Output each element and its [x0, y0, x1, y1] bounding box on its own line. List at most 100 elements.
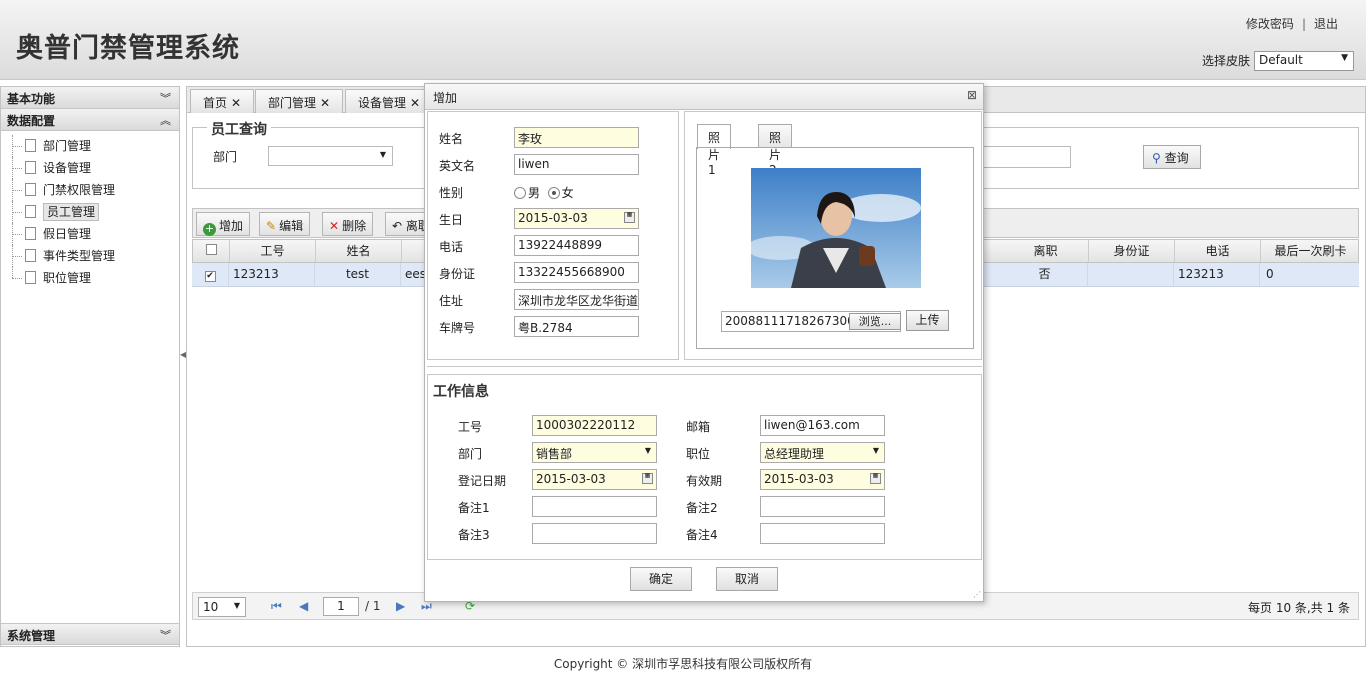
- col-phone[interactable]: 电话: [1175, 240, 1261, 262]
- phone-label: 电话: [439, 240, 464, 254]
- dept-select[interactable]: ▼: [268, 146, 393, 166]
- resize-grip-icon[interactable]: ⋰: [973, 590, 981, 599]
- en-name-field[interactable]: liwen: [514, 154, 639, 175]
- gender-radios: 男 女: [514, 184, 574, 201]
- employee-photo: [751, 168, 921, 288]
- note1-label: 备注1: [458, 501, 490, 515]
- note2-field[interactable]: [760, 496, 885, 517]
- expand-icon[interactable]: ︾: [160, 90, 171, 106]
- idcard-field[interactable]: 13322455668900: [514, 262, 639, 283]
- note4-label: 备注4: [686, 528, 718, 542]
- app-header: 奥普门禁管理系统 修改密码 | 退出 选择皮肤 Default ▼: [0, 0, 1366, 80]
- calendar-icon[interactable]: ▦: [642, 473, 653, 484]
- calendar-icon[interactable]: ▦: [870, 473, 881, 484]
- accordion-basic[interactable]: 基本功能 ︾: [1, 87, 179, 109]
- upload-button[interactable]: 上传: [906, 310, 949, 331]
- change-password-link[interactable]: 修改密码: [1246, 17, 1294, 31]
- note3-field[interactable]: [532, 523, 657, 544]
- first-page-icon[interactable]: ⏮: [271, 599, 282, 614]
- cancel-button[interactable]: 取消: [716, 567, 778, 591]
- app-title: 奥普门禁管理系统: [16, 33, 240, 64]
- search-icon: ⚲: [1152, 151, 1161, 165]
- valid-date-field[interactable]: 2015-03-03 ▦: [760, 469, 885, 490]
- delete-button[interactable]: ✕ 删除: [322, 212, 374, 236]
- cell-idcard: [1088, 263, 1174, 286]
- radio-female[interactable]: [547, 187, 560, 199]
- tab-home[interactable]: 首页 ✕: [190, 89, 255, 113]
- sidebar-item-position[interactable]: 职位管理: [1, 267, 179, 289]
- dept-label: 部门: [213, 150, 238, 164]
- delete-label: 删除: [342, 219, 367, 233]
- collapse-handle[interactable]: ◀: [180, 350, 186, 380]
- prev-page-icon[interactable]: ◀: [299, 599, 308, 613]
- radio-male[interactable]: [514, 187, 526, 199]
- next-page-icon[interactable]: ▶: [396, 599, 405, 613]
- logout-link[interactable]: 退出: [1314, 17, 1338, 31]
- page-size-select[interactable]: 10 ▼: [198, 597, 246, 617]
- col-last-swipe[interactable]: 最后一次刷卡: [1261, 240, 1360, 262]
- emp-id-field[interactable]: 1000302220112: [532, 415, 657, 436]
- sidebar-item-device[interactable]: 设备管理: [1, 157, 179, 179]
- phone-field[interactable]: 13922448899: [514, 235, 639, 256]
- plate-label: 车牌号: [439, 321, 476, 335]
- dept-select[interactable]: 销售部 ▼: [532, 442, 657, 463]
- page-input[interactable]: 1: [323, 597, 359, 616]
- reg-date-value: 2015-03-03: [536, 472, 606, 486]
- sidebar-item-event-type[interactable]: 事件类型管理: [1, 245, 179, 267]
- email-field[interactable]: liwen@163.com: [760, 415, 885, 436]
- sidebar-item-employee[interactable]: 员工管理: [1, 201, 179, 223]
- collapse-icon[interactable]: ︽: [160, 112, 171, 128]
- accordion-system[interactable]: 系统管理 ︾: [1, 623, 179, 645]
- note4-field[interactable]: [760, 523, 885, 544]
- close-icon[interactable]: ✕: [410, 96, 420, 110]
- query-button[interactable]: ⚲ 查询: [1143, 145, 1201, 169]
- select-all-checkbox[interactable]: [193, 240, 230, 262]
- name-field[interactable]: 李玫: [514, 127, 639, 148]
- position-select[interactable]: 总经理助理 ▼: [760, 442, 885, 463]
- work-info-title: 工作信息: [433, 384, 489, 400]
- tab-photo1[interactable]: 照片1: [697, 124, 732, 177]
- sidebar-item-dept[interactable]: 部门管理: [1, 135, 179, 157]
- col-emp-id[interactable]: 工号: [230, 240, 316, 262]
- ok-button[interactable]: 确定: [630, 567, 692, 591]
- birthday-label: 生日: [439, 213, 464, 227]
- sidebar-item-access[interactable]: 门禁权限管理: [1, 179, 179, 201]
- dialog-titlebar[interactable]: 增加 ⊠: [425, 84, 983, 110]
- edit-button[interactable]: ✎ 编辑: [259, 212, 311, 236]
- skin-select[interactable]: Default ▼: [1254, 51, 1354, 71]
- document-icon: [25, 271, 36, 284]
- total-pages: / 1: [365, 599, 381, 613]
- tab-device[interactable]: 设备管理 ✕: [345, 89, 434, 113]
- col-resigned[interactable]: 离职: [1003, 240, 1089, 262]
- sidebar-tree: 部门管理 设备管理 门禁权限管理 员工管理 假日管理 事件类型管理 职位管理: [1, 131, 179, 289]
- add-icon: +: [203, 222, 216, 236]
- accordion-data[interactable]: 数据配置 ︽: [1, 109, 179, 131]
- reg-date-field[interactable]: 2015-03-03 ▦: [532, 469, 657, 490]
- address-field[interactable]: 深圳市龙华区龙华街道: [514, 289, 639, 310]
- plate-field[interactable]: 粤B.2784: [514, 316, 639, 337]
- close-icon[interactable]: ✕: [231, 96, 241, 110]
- footer-copyright: Copyright © 深圳市孚思科技有限公司版权所有: [553, 657, 813, 671]
- calendar-icon[interactable]: ▦: [624, 212, 635, 223]
- work-info-panel: 工作信息 工号 1000302220112 邮箱 liwen@163.com 部…: [427, 374, 982, 560]
- tab-dept[interactable]: 部门管理 ✕: [255, 89, 344, 113]
- male-label: 男: [528, 186, 541, 200]
- chevron-down-icon: ▼: [872, 446, 879, 455]
- col-idcard[interactable]: 身份证: [1089, 240, 1175, 262]
- sidebar-item-label: 部门管理: [43, 139, 92, 153]
- cell-emp-id: 123213: [229, 263, 315, 286]
- browse-button[interactable]: 浏览...: [849, 313, 901, 330]
- add-label: 增加: [219, 219, 244, 233]
- close-icon[interactable]: ✕: [320, 96, 330, 110]
- col-name[interactable]: 姓名: [316, 240, 402, 262]
- birthday-field[interactable]: 2015-03-03 ▦: [514, 208, 639, 229]
- close-icon[interactable]: ⊠: [967, 88, 977, 102]
- search-input[interactable]: [983, 146, 1071, 168]
- add-button[interactable]: + 增加: [196, 212, 251, 236]
- note1-field[interactable]: [532, 496, 657, 517]
- tab-photo2[interactable]: 照片2: [758, 124, 793, 177]
- expand-icon[interactable]: ︾: [160, 627, 171, 643]
- edit-icon: ✎: [266, 219, 277, 233]
- row-checkbox[interactable]: ✔: [192, 263, 229, 286]
- sidebar-item-holiday[interactable]: 假日管理: [1, 223, 179, 245]
